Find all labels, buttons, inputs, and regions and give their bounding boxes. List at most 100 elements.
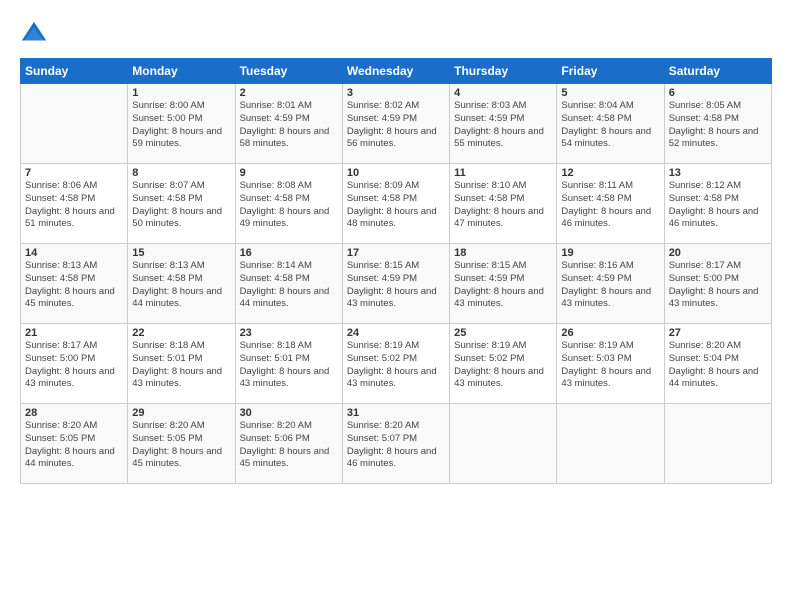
- day-info: Sunrise: 8:08 AMSunset: 4:58 PMDaylight:…: [240, 180, 338, 231]
- calendar-cell: [21, 84, 128, 164]
- calendar-cell: 15 Sunrise: 8:13 AMSunset: 4:58 PMDaylig…: [128, 244, 235, 324]
- calendar-cell: 29 Sunrise: 8:20 AMSunset: 5:05 PMDaylig…: [128, 404, 235, 484]
- day-info: Sunrise: 8:01 AMSunset: 4:59 PMDaylight:…: [240, 100, 338, 151]
- day-info: Sunrise: 8:03 AMSunset: 4:59 PMDaylight:…: [454, 100, 552, 151]
- day-info: Sunrise: 8:19 AMSunset: 5:02 PMDaylight:…: [454, 340, 552, 391]
- day-number: 8: [132, 167, 230, 179]
- calendar-cell: 21 Sunrise: 8:17 AMSunset: 5:00 PMDaylig…: [21, 324, 128, 404]
- day-number: 29: [132, 407, 230, 419]
- day-number: 21: [25, 327, 123, 339]
- day-info: Sunrise: 8:13 AMSunset: 4:58 PMDaylight:…: [132, 260, 230, 311]
- calendar-cell: 9 Sunrise: 8:08 AMSunset: 4:58 PMDayligh…: [235, 164, 342, 244]
- day-number: 15: [132, 247, 230, 259]
- day-number: 28: [25, 407, 123, 419]
- day-info: Sunrise: 8:15 AMSunset: 4:59 PMDaylight:…: [454, 260, 552, 311]
- weekday-header-wednesday: Wednesday: [342, 59, 449, 84]
- day-info: Sunrise: 8:13 AMSunset: 4:58 PMDaylight:…: [25, 260, 123, 311]
- calendar-cell: [557, 404, 664, 484]
- calendar-cell: 12 Sunrise: 8:11 AMSunset: 4:58 PMDaylig…: [557, 164, 664, 244]
- calendar-cell: 13 Sunrise: 8:12 AMSunset: 4:58 PMDaylig…: [664, 164, 771, 244]
- day-info: Sunrise: 8:11 AMSunset: 4:58 PMDaylight:…: [561, 180, 659, 231]
- logo-icon: [20, 20, 48, 48]
- day-number: 1: [132, 87, 230, 99]
- day-info: Sunrise: 8:10 AMSunset: 4:58 PMDaylight:…: [454, 180, 552, 231]
- day-info: Sunrise: 8:07 AMSunset: 4:58 PMDaylight:…: [132, 180, 230, 231]
- day-number: 18: [454, 247, 552, 259]
- day-number: 26: [561, 327, 659, 339]
- logo: [20, 20, 52, 48]
- day-info: Sunrise: 8:16 AMSunset: 4:59 PMDaylight:…: [561, 260, 659, 311]
- day-number: 24: [347, 327, 445, 339]
- page-header: [20, 20, 772, 48]
- calendar-cell: 10 Sunrise: 8:09 AMSunset: 4:58 PMDaylig…: [342, 164, 449, 244]
- calendar-cell: 24 Sunrise: 8:19 AMSunset: 5:02 PMDaylig…: [342, 324, 449, 404]
- day-number: 27: [669, 327, 767, 339]
- day-number: 11: [454, 167, 552, 179]
- day-info: Sunrise: 8:20 AMSunset: 5:06 PMDaylight:…: [240, 420, 338, 471]
- calendar-cell: 31 Sunrise: 8:20 AMSunset: 5:07 PMDaylig…: [342, 404, 449, 484]
- calendar-cell: 16 Sunrise: 8:14 AMSunset: 4:58 PMDaylig…: [235, 244, 342, 324]
- calendar-cell: 19 Sunrise: 8:16 AMSunset: 4:59 PMDaylig…: [557, 244, 664, 324]
- calendar-week-2: 7 Sunrise: 8:06 AMSunset: 4:58 PMDayligh…: [21, 164, 772, 244]
- day-info: Sunrise: 8:17 AMSunset: 5:00 PMDaylight:…: [25, 340, 123, 391]
- day-info: Sunrise: 8:20 AMSunset: 5:05 PMDaylight:…: [132, 420, 230, 471]
- day-info: Sunrise: 8:18 AMSunset: 5:01 PMDaylight:…: [132, 340, 230, 391]
- day-info: Sunrise: 8:06 AMSunset: 4:58 PMDaylight:…: [25, 180, 123, 231]
- calendar-week-4: 21 Sunrise: 8:17 AMSunset: 5:00 PMDaylig…: [21, 324, 772, 404]
- calendar-table: SundayMondayTuesdayWednesdayThursdayFrid…: [20, 58, 772, 484]
- calendar-cell: 25 Sunrise: 8:19 AMSunset: 5:02 PMDaylig…: [450, 324, 557, 404]
- weekday-header-thursday: Thursday: [450, 59, 557, 84]
- day-info: Sunrise: 8:09 AMSunset: 4:58 PMDaylight:…: [347, 180, 445, 231]
- day-info: Sunrise: 8:20 AMSunset: 5:04 PMDaylight:…: [669, 340, 767, 391]
- calendar-cell: [664, 404, 771, 484]
- day-number: 30: [240, 407, 338, 419]
- calendar-cell: 14 Sunrise: 8:13 AMSunset: 4:58 PMDaylig…: [21, 244, 128, 324]
- day-number: 3: [347, 87, 445, 99]
- day-number: 13: [669, 167, 767, 179]
- day-info: Sunrise: 8:02 AMSunset: 4:59 PMDaylight:…: [347, 100, 445, 151]
- calendar-cell: 17 Sunrise: 8:15 AMSunset: 4:59 PMDaylig…: [342, 244, 449, 324]
- calendar-cell: 4 Sunrise: 8:03 AMSunset: 4:59 PMDayligh…: [450, 84, 557, 164]
- day-info: Sunrise: 8:15 AMSunset: 4:59 PMDaylight:…: [347, 260, 445, 311]
- day-info: Sunrise: 8:20 AMSunset: 5:07 PMDaylight:…: [347, 420, 445, 471]
- day-info: Sunrise: 8:20 AMSunset: 5:05 PMDaylight:…: [25, 420, 123, 471]
- calendar-cell: 1 Sunrise: 8:00 AMSunset: 5:00 PMDayligh…: [128, 84, 235, 164]
- calendar-cell: 3 Sunrise: 8:02 AMSunset: 4:59 PMDayligh…: [342, 84, 449, 164]
- calendar-cell: 6 Sunrise: 8:05 AMSunset: 4:58 PMDayligh…: [664, 84, 771, 164]
- day-number: 10: [347, 167, 445, 179]
- day-number: 19: [561, 247, 659, 259]
- calendar-week-3: 14 Sunrise: 8:13 AMSunset: 4:58 PMDaylig…: [21, 244, 772, 324]
- calendar-cell: 11 Sunrise: 8:10 AMSunset: 4:58 PMDaylig…: [450, 164, 557, 244]
- weekday-header-sunday: Sunday: [21, 59, 128, 84]
- calendar-cell: 18 Sunrise: 8:15 AMSunset: 4:59 PMDaylig…: [450, 244, 557, 324]
- weekday-header-saturday: Saturday: [664, 59, 771, 84]
- day-number: 14: [25, 247, 123, 259]
- day-number: 12: [561, 167, 659, 179]
- day-info: Sunrise: 8:18 AMSunset: 5:01 PMDaylight:…: [240, 340, 338, 391]
- day-info: Sunrise: 8:05 AMSunset: 4:58 PMDaylight:…: [669, 100, 767, 151]
- day-number: 6: [669, 87, 767, 99]
- day-number: 7: [25, 167, 123, 179]
- day-info: Sunrise: 8:19 AMSunset: 5:02 PMDaylight:…: [347, 340, 445, 391]
- calendar-cell: 7 Sunrise: 8:06 AMSunset: 4:58 PMDayligh…: [21, 164, 128, 244]
- weekday-header-tuesday: Tuesday: [235, 59, 342, 84]
- day-info: Sunrise: 8:00 AMSunset: 5:00 PMDaylight:…: [132, 100, 230, 151]
- weekday-header-monday: Monday: [128, 59, 235, 84]
- day-info: Sunrise: 8:04 AMSunset: 4:58 PMDaylight:…: [561, 100, 659, 151]
- day-info: Sunrise: 8:14 AMSunset: 4:58 PMDaylight:…: [240, 260, 338, 311]
- calendar-cell: 2 Sunrise: 8:01 AMSunset: 4:59 PMDayligh…: [235, 84, 342, 164]
- day-number: 25: [454, 327, 552, 339]
- day-number: 17: [347, 247, 445, 259]
- calendar-cell: 27 Sunrise: 8:20 AMSunset: 5:04 PMDaylig…: [664, 324, 771, 404]
- calendar-cell: 22 Sunrise: 8:18 AMSunset: 5:01 PMDaylig…: [128, 324, 235, 404]
- calendar-cell: 5 Sunrise: 8:04 AMSunset: 4:58 PMDayligh…: [557, 84, 664, 164]
- weekday-header-row: SundayMondayTuesdayWednesdayThursdayFrid…: [21, 59, 772, 84]
- calendar-cell: 28 Sunrise: 8:20 AMSunset: 5:05 PMDaylig…: [21, 404, 128, 484]
- day-info: Sunrise: 8:12 AMSunset: 4:58 PMDaylight:…: [669, 180, 767, 231]
- day-number: 4: [454, 87, 552, 99]
- calendar-cell: 20 Sunrise: 8:17 AMSunset: 5:00 PMDaylig…: [664, 244, 771, 324]
- day-number: 31: [347, 407, 445, 419]
- calendar-cell: [450, 404, 557, 484]
- day-number: 16: [240, 247, 338, 259]
- calendar-cell: 26 Sunrise: 8:19 AMSunset: 5:03 PMDaylig…: [557, 324, 664, 404]
